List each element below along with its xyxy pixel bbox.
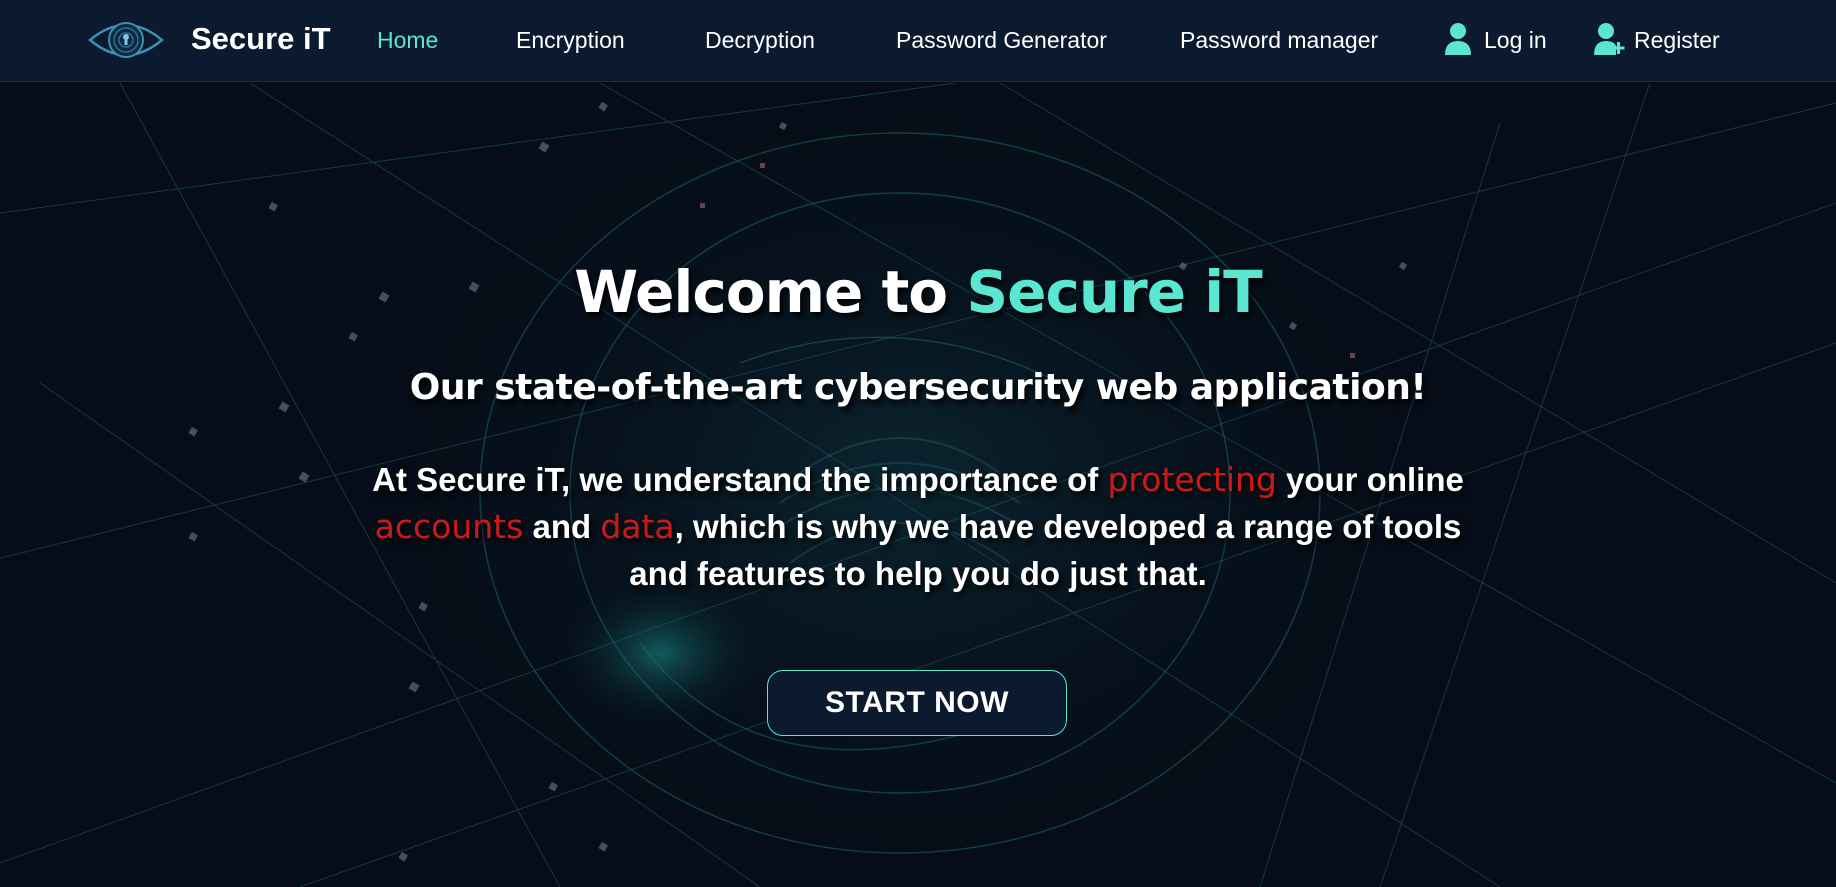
nav-link-password-manager[interactable]: Password manager <box>1180 27 1378 54</box>
start-now-button[interactable]: START NOW <box>767 670 1067 736</box>
desc-text-1: At Secure iT, we understand the importan… <box>372 461 1108 498</box>
nav-link-decryption[interactable]: Decryption <box>705 27 815 54</box>
brand-name[interactable]: Secure iT <box>191 21 331 57</box>
nav-link-encryption[interactable]: Encryption <box>516 27 625 54</box>
top-navbar: Secure iT Home Encryption Decryption Pas… <box>0 0 1836 82</box>
register-label: Register <box>1634 27 1720 53</box>
register-link[interactable]: Register <box>1594 22 1722 58</box>
login-label: Log in <box>1484 27 1547 53</box>
hero-title-accent: Secure iT <box>966 258 1262 326</box>
hero-subtitle: Our state-of-the-art cybersecurity web a… <box>409 367 1427 408</box>
desc-text-2: your online <box>1276 461 1464 498</box>
hero-section: Welcome to Secure iT Our state-of-the-ar… <box>0 83 1836 887</box>
desc-highlight-accounts: accounts <box>374 507 524 546</box>
desc-text-4: , which is why we have developed a range… <box>629 508 1462 592</box>
hero-description: At Secure iT, we understand the importan… <box>360 456 1476 597</box>
nav-link-home[interactable]: Home <box>377 27 438 54</box>
desc-highlight-protecting: protecting <box>1107 460 1277 499</box>
hero-title: Welcome to Secure iT <box>0 258 1836 326</box>
eye-lock-logo-icon[interactable] <box>88 16 164 64</box>
desc-highlight-data: data <box>600 507 675 546</box>
nav-link-password-generator[interactable]: Password Generator <box>896 27 1107 54</box>
hero-title-prefix: Welcome to <box>574 258 967 326</box>
user-plus-icon <box>1594 23 1625 55</box>
user-icon <box>1445 23 1471 55</box>
login-link[interactable]: Log in <box>1444 22 1548 58</box>
desc-text-3: and <box>523 508 601 545</box>
